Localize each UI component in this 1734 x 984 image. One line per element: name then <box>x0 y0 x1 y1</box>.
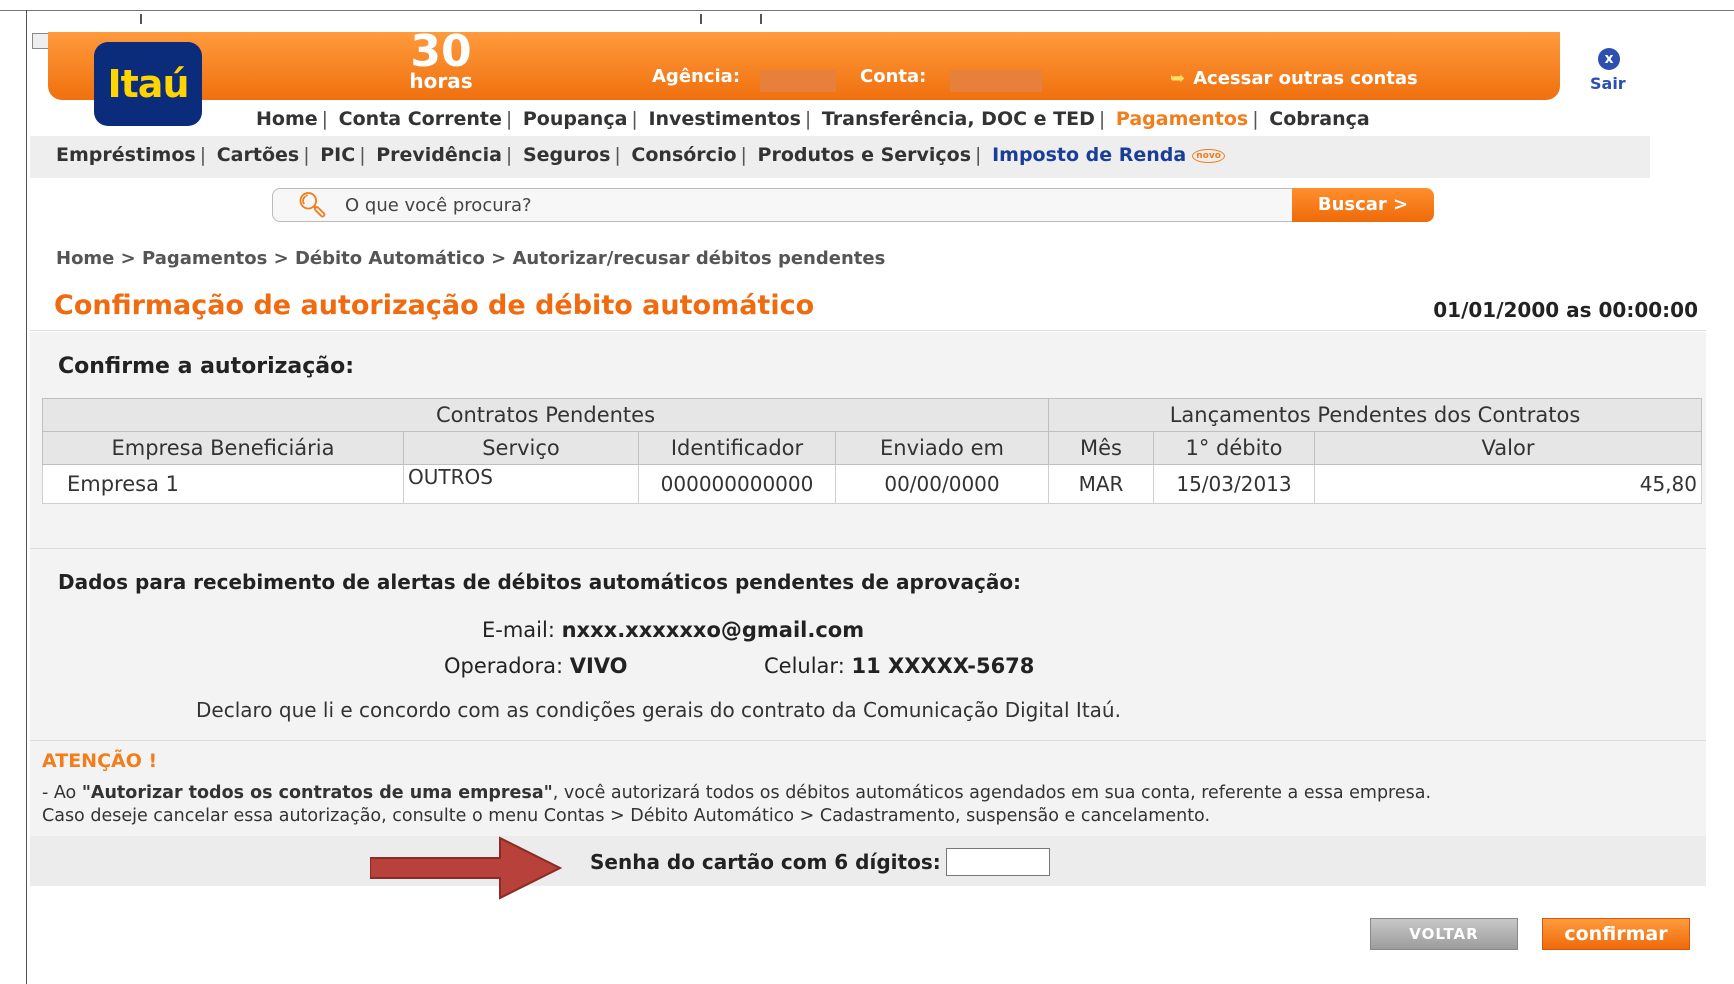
nav-cobranca[interactable]: Cobrança <box>1269 108 1369 130</box>
alerts-heading: Dados para recebimento de alertas de déb… <box>58 570 1022 594</box>
cell-enviado: 00/00/0000 <box>835 464 1049 504</box>
col-servico: Serviço <box>403 431 639 465</box>
atencao-line2: Caso deseje cancelar essa autorização, c… <box>42 806 1211 826</box>
agencia-label: Agência: <box>652 66 741 87</box>
col-enviado: Enviado em <box>835 431 1049 465</box>
email-line: E-mail: nxxx.xxxxxxo@gmail.com <box>482 618 864 642</box>
operadora-label: Operadora: <box>444 654 564 678</box>
section-divider <box>30 740 1706 741</box>
atencao-text: - Ao "Autorizar todos os contratos de um… <box>42 782 1702 828</box>
30-horas-badge: 30 horas <box>406 26 476 93</box>
cell-valor: 45,80 <box>1314 464 1702 504</box>
title-divider <box>30 330 1706 331</box>
email-value: nxxx.xxxxxxo@gmail.com <box>561 618 865 642</box>
cell-servico: OUTROS <box>403 464 639 504</box>
arrow-right-icon: ➥ <box>1170 68 1186 89</box>
cell-empresa: Empresa 1 <box>42 464 404 504</box>
nav-previdencia[interactable]: Previdência <box>376 144 502 166</box>
cell-primeiro-debito: 15/03/2013 <box>1153 464 1315 504</box>
warning-icon: ! <box>148 750 158 772</box>
sair-link[interactable]: Sair <box>1590 74 1626 93</box>
nav-pagamentos[interactable]: Pagamentos <box>1116 108 1248 130</box>
nav-poupanca[interactable]: Poupança <box>523 108 628 130</box>
nav-emprestimos[interactable]: Empréstimos <box>56 144 196 166</box>
red-arrow-icon <box>370 836 563 900</box>
breadcrumb[interactable]: Home > Pagamentos > Débito Automático > … <box>56 248 885 269</box>
contracts-table: Contratos Pendentes Lançamentos Pendente… <box>42 398 1702 504</box>
badge-label: horas <box>409 69 473 93</box>
email-label: E-mail: <box>482 618 555 642</box>
group-header-lancamentos: Lançamentos Pendentes dos Contratos <box>1048 398 1702 432</box>
atencao-prefix: - Ao <box>42 783 82 803</box>
cell-mes: MAR <box>1048 464 1154 504</box>
conta-value-redacted <box>950 70 1042 92</box>
badge-number: 30 <box>410 26 472 77</box>
close-icon[interactable]: x <box>1598 48 1620 70</box>
nav-produtos-servicos[interactable]: Produtos e Serviços <box>758 144 972 166</box>
group-header-contratos: Contratos Pendentes <box>42 398 1049 432</box>
buscar-button[interactable]: Buscar > <box>1292 188 1434 222</box>
search-box[interactable]: 🔍︎ O que você procura? <box>272 188 1320 222</box>
nav-row-2: Empréstimos | Cartões | PIC | Previdência | … <box>56 144 1225 166</box>
col-identificador: Identificador <box>638 431 836 465</box>
search-placeholder: O que você procura? <box>345 195 532 216</box>
window-frame-top <box>0 10 1734 11</box>
nav-cartoes[interactable]: Cartões <box>217 144 299 166</box>
nav-investimentos[interactable]: Investimentos <box>648 108 800 130</box>
itau-logo[interactable]: Itaú <box>94 42 202 126</box>
confirm-heading: Confirme a autorização: <box>58 354 355 379</box>
senha-input[interactable] <box>946 848 1050 876</box>
frame-mark <box>140 14 142 24</box>
col-mes: Mês <box>1048 431 1154 465</box>
nav-conta-corrente[interactable]: Conta Corrente <box>339 108 502 130</box>
col-primeiro-debito: 1° débito <box>1153 431 1315 465</box>
nav-row-1: Home | Conta Corrente | Poupança | Investim… <box>256 108 1370 130</box>
cell-identificador: 000000000000 <box>638 464 836 504</box>
celular-line: Celular: 11 XXXXX-5678 <box>764 654 1034 678</box>
agencia-value-redacted <box>760 70 836 92</box>
nav-seguros[interactable]: Seguros <box>523 144 610 166</box>
logo-text: Itaú <box>107 62 190 106</box>
atencao-title: ATENÇÃO ! <box>42 750 157 772</box>
confirmar-button[interactable]: confirmar <box>1542 918 1690 950</box>
atencao-label: ATENÇÃO <box>42 750 142 772</box>
page-title: Confirmação de autorização de débito aut… <box>54 290 815 321</box>
operadora-value: VIVO <box>569 654 628 678</box>
conta-label: Conta: <box>860 66 927 87</box>
atencao-line1: , você autorizará todos os débitos autom… <box>552 783 1432 803</box>
celular-label: Celular: <box>764 654 845 678</box>
atencao-bold: "Autorizar todos os contratos de uma emp… <box>81 783 553 803</box>
table-row: Empresa 1 OUTROS 000000000000 00/00/0000… <box>42 464 1702 504</box>
section-divider <box>30 548 1706 549</box>
frame-mark <box>700 14 702 24</box>
novo-badge: novo <box>1192 148 1225 163</box>
search-icon: 🔍︎ <box>297 191 328 219</box>
col-empresa: Empresa Beneficiária <box>42 431 404 465</box>
celular-value: 11 XXXXX-5678 <box>851 654 1035 678</box>
nav-consorcio[interactable]: Consórcio <box>631 144 736 166</box>
declaro-text: Declaro que li e concordo com as condiçõ… <box>196 698 1121 722</box>
frame-mark <box>760 14 762 24</box>
voltar-button[interactable]: VOLTAR <box>1370 918 1518 950</box>
nav-imposto-de-renda[interactable]: Imposto de Renda <box>992 144 1186 166</box>
outras-contas-link[interactable]: ➥ Acessar outras contas <box>1170 68 1418 89</box>
outras-contas-label: Acessar outras contas <box>1193 68 1418 89</box>
senha-label: Senha do cartão com 6 dígitos: <box>590 850 941 874</box>
window-frame-left <box>26 10 27 984</box>
nav-pic[interactable]: PIC <box>320 144 355 166</box>
page-datetime: 01/01/2000 as 00:00:00 <box>1433 298 1698 322</box>
nav-transferencia[interactable]: Transferência, DOC e TED <box>822 108 1095 130</box>
col-valor: Valor <box>1314 431 1702 465</box>
operadora-line: Operadora: VIVO <box>444 654 628 678</box>
nav-home[interactable]: Home <box>256 108 318 130</box>
